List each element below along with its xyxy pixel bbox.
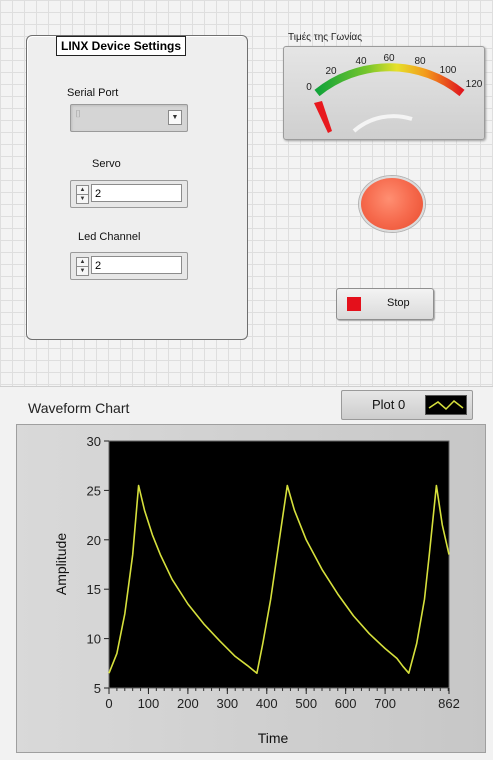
x-tick-label: 300 (216, 696, 238, 711)
gauge-tick-label: 60 (383, 53, 395, 64)
led-channel-spinner[interactable]: ▲ ▼ (76, 257, 89, 276)
gauge-tick-label: 120 (466, 79, 483, 90)
y-tick-label: 20 (87, 533, 101, 548)
x-tick-label: 400 (256, 696, 278, 711)
serial-port-select[interactable]: ⌷ ▼ (70, 104, 188, 132)
waveform-chart: 5 10 15 20 25 30 0 100 200 300 400 500 600 700 862 Am… (53, 434, 460, 746)
servo-spinner[interactable]: ▲ ▼ (76, 185, 89, 204)
y-tick-label: 5 (94, 681, 101, 696)
front-panel: LINX Device Settings Serial Port ⌷ ▼ Ser… (0, 0, 493, 386)
gauge-hub-arc (352, 114, 413, 133)
angle-gauge: 0 20 40 60 80 100 120 (283, 46, 485, 140)
stop-square-icon (347, 297, 361, 311)
increment-arrow-icon[interactable]: ▲ (77, 186, 88, 194)
y-tick-label: 10 (87, 632, 101, 647)
gauge-tick-label: 0 (306, 82, 312, 93)
x-tick-label: 862 (438, 696, 460, 711)
chart-title: Waveform Chart (28, 400, 130, 416)
decrement-arrow-icon[interactable]: ▼ (77, 194, 88, 203)
gauge-label: Τιμές της Γωνίας (288, 32, 363, 43)
led-indicator (359, 176, 425, 232)
x-axis-label: Time (258, 730, 289, 746)
y-axis: 5 10 15 20 25 30 (87, 434, 109, 696)
gauge-tick-label: 80 (414, 56, 426, 67)
decrement-arrow-icon[interactable]: ▼ (77, 266, 88, 275)
gauge-tick-label: 40 (355, 56, 367, 67)
x-tick-label: 0 (105, 696, 112, 711)
servo-label: Servo (92, 158, 121, 170)
gauge-tick-label: 100 (440, 65, 457, 76)
stop-button-label: Stop (387, 297, 410, 309)
led-channel-numeric-control[interactable]: ▲ ▼ 2 (70, 252, 188, 280)
gauge-needle (314, 101, 332, 133)
x-tick-label: 500 (295, 696, 317, 711)
y-tick-label: 15 (87, 582, 101, 597)
linx-cluster-title: LINX Device Settings (56, 36, 187, 56)
servo-input[interactable]: 2 (91, 184, 182, 202)
separator (0, 386, 493, 387)
led-channel-label: Led Channel (78, 231, 141, 243)
plot-legend[interactable]: Plot 0 (341, 390, 473, 420)
x-tick-label: 700 (374, 696, 396, 711)
stop-button[interactable]: Stop (336, 288, 434, 320)
gauge-tick-label: 20 (325, 66, 337, 77)
y-tick-label: 30 (87, 434, 101, 449)
y-axis-label: Amplitude (53, 533, 69, 595)
x-tick-label: 600 (335, 696, 357, 711)
serial-port-label: Serial Port (67, 87, 119, 99)
increment-arrow-icon[interactable]: ▲ (77, 258, 88, 266)
x-tick-label: 100 (138, 696, 160, 711)
legend-plot-label: Plot 0 (372, 397, 406, 412)
servo-numeric-control[interactable]: ▲ ▼ 2 (70, 180, 188, 208)
legend-line-icon (425, 395, 467, 415)
chevron-down-icon[interactable]: ▼ (168, 110, 182, 125)
x-tick-label: 200 (177, 696, 199, 711)
x-axis: 0 100 200 300 400 500 600 700 862 (105, 688, 460, 711)
io-resource-icon: ⌷ (75, 109, 81, 120)
led-channel-input[interactable]: 2 (91, 256, 182, 274)
y-tick-label: 25 (87, 483, 101, 498)
plot-area (108, 440, 450, 689)
